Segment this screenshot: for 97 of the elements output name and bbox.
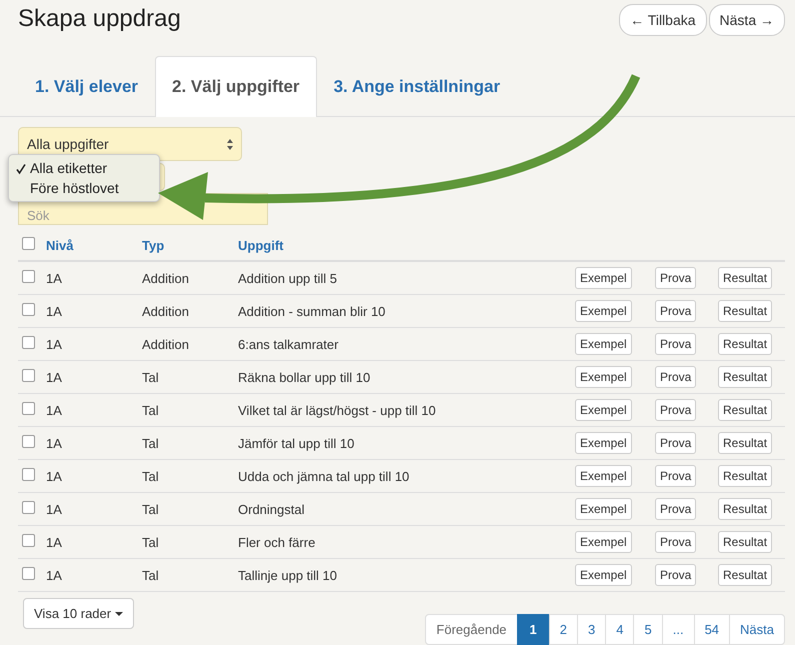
table-cell-text: Ordningstal (238, 502, 306, 516)
table-cell-text: Tal (142, 468, 160, 484)
table-cell-text: 1A (46, 534, 63, 550)
checkbox[interactable] (22, 468, 35, 481)
column-header[interactable]: Typ (142, 238, 238, 252)
action-button[interactable]: Resultat (718, 267, 772, 289)
action-button[interactable]: Prova (655, 333, 696, 355)
action-button[interactable]: Exempel (575, 267, 632, 289)
checkbox[interactable] (22, 567, 35, 580)
action-button[interactable]: Exempel (575, 300, 632, 322)
checkbox[interactable] (22, 369, 35, 382)
action-button[interactable]: Exempel (575, 564, 632, 586)
action-button[interactable]: Exempel (575, 531, 632, 553)
action-button[interactable]: Resultat (718, 333, 772, 355)
page-title: Skapa uppdrag (18, 4, 181, 34)
table-cell-text: Tal (142, 502, 160, 516)
action-button[interactable]: Prova (655, 366, 696, 388)
table-cell-text: Addition (142, 270, 190, 286)
table-cell-text: Tal (142, 370, 160, 384)
action-button[interactable]: Prova (655, 531, 696, 553)
action-button[interactable]: Resultat (718, 432, 772, 454)
checkbox[interactable] (22, 270, 35, 283)
table-cell-text: Fler och färre (238, 534, 316, 550)
page-button[interactable]: ... (662, 614, 695, 645)
table-cell-text: 1A (46, 402, 63, 418)
table-cell-text: Räkna bollar upp till 10 (238, 370, 372, 384)
action-button[interactable]: Resultat (718, 564, 772, 586)
table-cell-text: 1A (46, 304, 63, 318)
step-tab[interactable]: 2. Välj uppgifter (155, 56, 317, 117)
table-cell-text: Vilket tal är lägst/högst - upp till 10 (238, 402, 437, 418)
action-button[interactable]: Prova (655, 267, 696, 289)
table-cell-text: Tal (142, 568, 160, 582)
table-cell-text: Addition upp till 5 (238, 270, 338, 286)
action-button[interactable]: Exempel (575, 465, 632, 487)
column-header[interactable]: Uppgift (238, 238, 575, 252)
table-cell-text: 1A (46, 468, 63, 484)
table-cell-text: Tallinje upp till 10 (238, 568, 338, 582)
action-button[interactable]: Exempel (575, 333, 632, 355)
table-cell-text: Tal (142, 436, 160, 450)
table-cell-text: 6:ans talkamrater (238, 336, 340, 352)
table-cell-text: 1A (46, 336, 63, 352)
checkbox[interactable] (22, 501, 35, 514)
action-button[interactable]: Resultat (718, 366, 772, 388)
menu-option[interactable]: Alla etiketter (9, 158, 159, 178)
action-button[interactable]: Exempel (575, 498, 632, 520)
checkbox[interactable] (22, 534, 35, 547)
table-cell-text: 1A (46, 370, 63, 384)
page-button[interactable]: 54 (694, 614, 730, 645)
page-button[interactable]: 3 (577, 614, 606, 645)
action-button[interactable]: Resultat (718, 498, 772, 520)
checkmark-icon (15, 163, 27, 175)
nav-button[interactable]: Nästa → (708, 4, 785, 36)
action-button[interactable]: Prova (655, 498, 696, 520)
caret-icon (115, 612, 124, 616)
table-cell-text: Tal (142, 402, 160, 418)
checkbox[interactable] (22, 435, 35, 448)
page-button[interactable]: 5 (633, 614, 663, 645)
table-cell-text: 1A (46, 270, 63, 286)
table-cell-text: Addition (142, 336, 190, 352)
updown-caret-icon (227, 138, 233, 150)
action-button[interactable]: Resultat (718, 465, 772, 487)
checkbox[interactable] (22, 303, 35, 316)
previous-page-button[interactable]: Föregående (425, 614, 518, 645)
column-header[interactable]: Nivå (46, 238, 142, 252)
page-size-button[interactable]: Visa 10 rader (23, 598, 134, 629)
action-button[interactable]: Exempel (575, 366, 632, 388)
action-button[interactable]: Prova (655, 399, 696, 421)
page-button[interactable]: 1 (516, 614, 550, 645)
checkbox[interactable] (22, 336, 35, 349)
next-page-button[interactable]: Nästa (729, 614, 785, 645)
table-cell-text: Tal (142, 534, 160, 550)
step-tab[interactable]: 3. Ange inställningar (316, 56, 518, 117)
checkbox[interactable] (22, 237, 35, 250)
action-button[interactable]: Exempel (575, 432, 632, 454)
action-button[interactable]: Resultat (718, 399, 772, 421)
page-button[interactable]: 2 (548, 614, 578, 645)
option-label: Alla etiketter (30, 160, 108, 176)
table-cell-text: Jämför tal upp till 10 (238, 436, 356, 450)
option-label: Före höstlovet (30, 180, 119, 196)
table-cell-text: 1A (46, 436, 63, 450)
search-placeholder: Sök (27, 208, 50, 224)
page-button[interactable]: 4 (605, 614, 634, 645)
table-cell-text: 1A (46, 502, 63, 516)
action-button[interactable]: Prova (655, 432, 696, 454)
table-cell-text: Addition (142, 304, 190, 318)
table-cell-text: Addition - summan blir 10 (238, 304, 386, 318)
table-cell-text: Udda och jämna tal upp till 10 (238, 468, 410, 484)
action-button[interactable]: Exempel (575, 399, 632, 421)
step-tab[interactable]: 1. Välj elever (18, 56, 156, 117)
table-cell-text: 1A (46, 568, 63, 582)
nav-button[interactable]: ← Tillbaka (619, 4, 707, 36)
checkbox[interactable] (22, 402, 35, 415)
action-button[interactable]: Prova (655, 465, 696, 487)
action-button[interactable]: Resultat (718, 531, 772, 553)
action-button[interactable]: Prova (655, 564, 696, 586)
action-button[interactable]: Resultat (718, 300, 772, 322)
action-button[interactable]: Prova (655, 300, 696, 322)
